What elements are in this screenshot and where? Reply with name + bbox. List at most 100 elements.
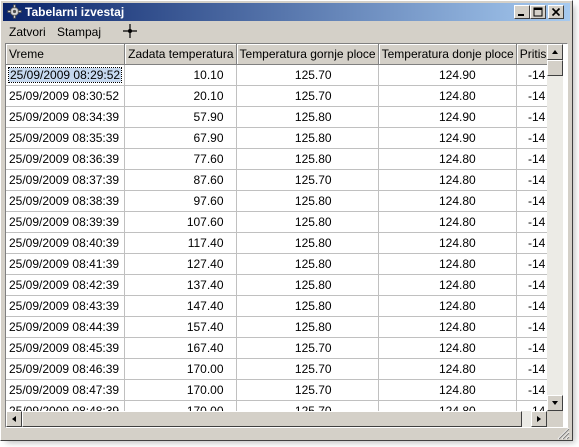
table-cell[interactable]: -14 [516, 148, 547, 170]
table-cell[interactable]: 25/09/2009 08:42:39 [6, 274, 126, 296]
table-cell[interactable]: 117.40 [124, 232, 237, 254]
table-cell[interactable]: 125.80 [236, 232, 379, 254]
table-cell[interactable]: 124.80 [378, 253, 517, 275]
table-row[interactable]: 25/09/2009 08:41:39 127.40 125.80 124.80 -14 [6, 253, 547, 275]
table-cell[interactable]: -14 [516, 295, 547, 317]
scroll-up-button[interactable] [547, 44, 563, 60]
table-cell[interactable]: -14 [516, 400, 547, 411]
table-cell[interactable]: 125.80 [236, 295, 379, 317]
scroll-right-button[interactable] [531, 411, 547, 427]
table-cell[interactable]: -14 [516, 211, 547, 233]
table-cell[interactable]: -14 [516, 316, 547, 338]
table-cell[interactable]: 125.80 [236, 148, 379, 170]
table-cell[interactable]: 125.80 [236, 127, 379, 149]
table-cell[interactable]: 125.70 [236, 64, 379, 86]
table-cell[interactable]: 124.90 [378, 64, 517, 86]
table-cell[interactable]: 10.10 [124, 64, 237, 86]
gear-icon[interactable] [7, 4, 22, 19]
table-cell[interactable]: 124.80 [378, 400, 517, 411]
table-cell[interactable]: 157.40 [124, 316, 237, 338]
table-cell[interactable]: 124.80 [378, 190, 517, 212]
table-row[interactable]: 25/09/2009 08:34:39 57.90 125.80 124.90 -14 [6, 106, 547, 128]
table-cell[interactable]: -14 [516, 253, 547, 275]
table-cell[interactable]: 125.70 [236, 379, 379, 401]
table-cell[interactable]: -14 [516, 190, 547, 212]
table-cell[interactable]: 125.80 [236, 316, 379, 338]
table-cell[interactable]: 167.40 [124, 337, 237, 359]
table-cell[interactable]: 124.80 [378, 295, 517, 317]
table-cell[interactable]: 25/09/2009 08:41:39 [6, 253, 126, 275]
maximize-button[interactable] [530, 5, 546, 19]
table-row[interactable]: 25/09/2009 08:30:52 20.10 125.70 124.80 -14 [6, 85, 547, 107]
title-bar[interactable]: Tabelarni izvestaj [3, 3, 570, 21]
table-cell[interactable]: 87.60 [124, 169, 237, 191]
table-row[interactable]: 25/09/2009 08:47:39 170.00 125.70 124.80 -14 [6, 379, 547, 401]
table-cell[interactable]: 124.80 [378, 148, 517, 170]
table-cell[interactable]: 25/09/2009 08:34:39 [6, 106, 126, 128]
table-cell[interactable]: 25/09/2009 08:43:39 [6, 295, 126, 317]
table-cell[interactable]: 25/09/2009 08:39:39 [6, 211, 126, 233]
table-cell[interactable]: -14 [516, 358, 547, 380]
table-cell[interactable]: 137.40 [124, 274, 237, 296]
column-header-temperatura-donje-ploce[interactable]: Temperatura donje ploce [378, 44, 517, 65]
vertical-scroll-thumb[interactable] [547, 60, 563, 76]
table-cell[interactable]: -14 [516, 337, 547, 359]
table-cell[interactable]: 124.80 [378, 232, 517, 254]
table-cell[interactable]: 25/09/2009 08:48:39 [6, 400, 126, 411]
table-cell[interactable]: 124.90 [378, 127, 517, 149]
table-cell[interactable]: 25/09/2009 08:44:39 [6, 316, 126, 338]
table-cell[interactable]: 25/09/2009 08:35:39 [6, 127, 126, 149]
table-cell[interactable]: 25/09/2009 08:46:39 [6, 358, 126, 380]
table-cell[interactable]: 125.70 [236, 337, 379, 359]
report-grid[interactable]: Vreme Zadata temperatura Temperatura gor… [5, 43, 568, 428]
table-row[interactable]: 25/09/2009 08:46:39 170.00 125.70 124.80 -14 [6, 358, 547, 380]
table-row[interactable]: 25/09/2009 08:44:39 157.40 125.80 124.80 -14 [6, 316, 547, 338]
table-cell[interactable]: 25/09/2009 08:45:39 [6, 337, 126, 359]
horizontal-scrollbar[interactable] [6, 411, 547, 427]
table-cell[interactable]: -14 [516, 64, 547, 86]
table-cell[interactable]: 124.90 [378, 106, 517, 128]
table-cell[interactable]: -14 [516, 274, 547, 296]
table-cell[interactable]: 125.80 [236, 190, 379, 212]
table-row[interactable]: 25/09/2009 08:43:39 147.40 125.80 124.80 -14 [6, 295, 547, 317]
table-row[interactable]: 25/09/2009 08:36:39 77.60 125.80 124.80 -14 [6, 148, 547, 170]
table-cell[interactable]: 25/09/2009 08:36:39 [6, 148, 126, 170]
resize-grip-icon[interactable] [556, 426, 570, 440]
table-row[interactable]: 25/09/2009 08:45:39 167.40 125.70 124.80 -14 [6, 337, 547, 359]
menu-stampaj[interactable]: Stampaj [57, 25, 101, 39]
table-cell[interactable]: 67.90 [124, 127, 237, 149]
table-cell[interactable]: 25/09/2009 08:30:52 [6, 85, 126, 107]
table-cell[interactable]: -14 [516, 127, 547, 149]
table-row[interactable]: 25/09/2009 08:40:39 117.40 125.80 124.80 -14 [6, 232, 547, 254]
table-cell[interactable]: 147.40 [124, 295, 237, 317]
table-cell[interactable]: 124.80 [378, 274, 517, 296]
table-cell[interactable]: 57.90 [124, 106, 237, 128]
table-cell[interactable]: -14 [516, 106, 547, 128]
table-cell[interactable]: 124.80 [378, 337, 517, 359]
table-cell[interactable]: 25/09/2009 08:38:39 [6, 190, 126, 212]
column-header-vreme[interactable]: Vreme [6, 44, 126, 65]
scroll-left-button[interactable] [6, 411, 22, 427]
table-cell[interactable]: 170.00 [124, 379, 237, 401]
close-button[interactable] [548, 5, 564, 19]
table-cell[interactable]: 25/09/2009 08:29:52 [6, 64, 126, 86]
table-cell[interactable]: 125.80 [236, 106, 379, 128]
table-row[interactable]: 25/09/2009 08:48:39 170.00 125.70 124.80 -14 [6, 400, 547, 411]
table-cell[interactable]: -14 [516, 232, 547, 254]
table-cell[interactable]: 25/09/2009 08:37:39 [6, 169, 126, 191]
table-cell[interactable]: 124.80 [378, 379, 517, 401]
menu-zatvori[interactable]: Zatvori [9, 25, 46, 39]
table-cell[interactable]: 107.60 [124, 211, 237, 233]
vertical-scrollbar[interactable] [547, 44, 563, 411]
table-cell[interactable]: 124.80 [378, 85, 517, 107]
horizontal-scroll-thumb[interactable] [22, 411, 522, 427]
table-cell[interactable]: 125.80 [236, 253, 379, 275]
table-cell[interactable]: -14 [516, 169, 547, 191]
table-row[interactable]: 25/09/2009 08:38:39 97.60 125.80 124.80 -14 [6, 190, 547, 212]
table-row[interactable]: 25/09/2009 08:29:52 10.10 125.70 124.90 -14 [6, 64, 547, 86]
table-cell[interactable]: 124.80 [378, 358, 517, 380]
table-cell[interactable]: 124.80 [378, 211, 517, 233]
scroll-down-button[interactable] [547, 395, 563, 411]
table-cell[interactable]: 97.60 [124, 190, 237, 212]
table-cell[interactable]: 170.00 [124, 358, 237, 380]
